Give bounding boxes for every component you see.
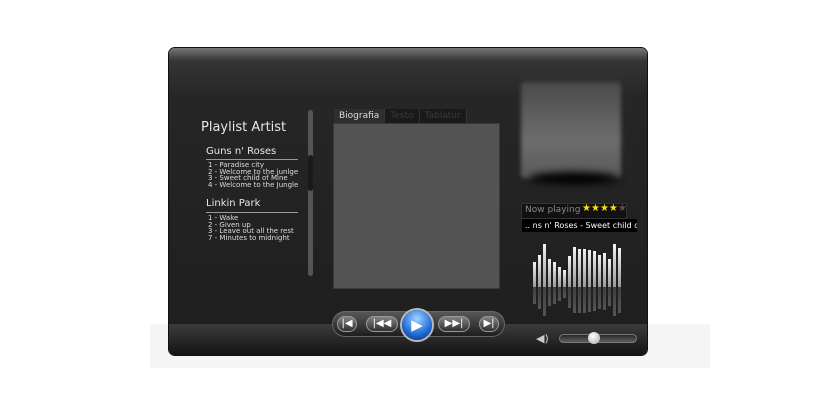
equalizer-bar	[573, 247, 576, 287]
track-item[interactable]: 4 - Welcome to the Jungle	[208, 181, 298, 189]
equalizer-bar	[613, 287, 616, 316]
rating-star-icon[interactable]: ★	[582, 203, 591, 214]
equalizer-bar	[578, 249, 581, 287]
media-player-window: Playlist Artist Guns n' Roses 1 - Paradi…	[169, 48, 647, 355]
playlist-scrollbar[interactable]	[308, 110, 313, 276]
rating-star-icon[interactable]: ★	[609, 203, 618, 214]
previous-track-button[interactable]: |◀	[337, 316, 357, 332]
equalizer-bar	[573, 287, 576, 313]
speaker-icon[interactable]: ◀)	[536, 332, 549, 345]
equalizer-bar	[603, 253, 606, 287]
equalizer-bar	[588, 250, 591, 287]
artist-name[interactable]: Guns n' Roses	[206, 146, 276, 157]
equalizer-bar	[548, 259, 551, 287]
equalizer-bar	[533, 262, 536, 287]
equalizer-bar	[608, 259, 611, 287]
rating-star-icon[interactable]: ★	[618, 203, 627, 214]
equalizer-bar	[583, 287, 586, 313]
tab-content-panel	[333, 123, 500, 289]
fast-forward-button[interactable]: ▶▶|	[438, 316, 470, 332]
equalizer-bar	[553, 287, 556, 304]
track-list: 1 - Paradise city 2 - Welcome to the jun…	[208, 162, 298, 188]
rating-star-icon[interactable]: ★	[591, 203, 600, 214]
equalizer-bar	[558, 267, 561, 287]
equalizer-bar	[613, 244, 616, 287]
equalizer-bar	[568, 287, 571, 308]
artist-divider	[206, 159, 298, 160]
window-top-band	[169, 48, 647, 62]
equalizer-bar	[553, 262, 556, 287]
album-cover	[521, 82, 621, 178]
equalizer-bar	[543, 287, 546, 316]
playlist-title: Playlist Artist	[201, 120, 287, 135]
equalizer-bar	[598, 255, 601, 287]
equalizer-bar	[568, 256, 571, 287]
equalizer-bar	[593, 251, 596, 287]
equalizer-bar	[603, 287, 606, 310]
equalizer-visualizer	[533, 242, 623, 287]
scrollbar-thumb[interactable]	[308, 155, 313, 191]
equalizer-bar	[578, 287, 581, 313]
equalizer-bar	[608, 287, 611, 306]
equalizer-bar	[538, 287, 541, 309]
equalizer-bar	[563, 270, 566, 287]
volume-slider-thumb[interactable]	[588, 332, 601, 344]
equalizer-bar	[598, 287, 601, 309]
artist-name[interactable]: Linkin Park	[206, 198, 260, 209]
now-playing-box: Now playing ★★★★★	[521, 203, 627, 219]
info-tabs: Biografia Testo Tablatur	[334, 109, 467, 124]
current-song-title: .. ns n' Roses - Sweet child of ..	[522, 219, 637, 232]
equalizer-bar	[558, 287, 561, 301]
equalizer-bar	[548, 287, 551, 306]
equalizer-reflection	[533, 287, 623, 317]
artist-divider	[206, 212, 298, 213]
equalizer-bar	[538, 255, 541, 287]
rating-star-icon[interactable]: ★	[600, 203, 609, 214]
rewind-button[interactable]: |◀◀	[366, 316, 398, 332]
equalizer-bar	[583, 249, 586, 287]
equalizer-bar	[563, 287, 566, 298]
now-playing-label: Now playing	[525, 205, 581, 215]
equalizer-bar	[593, 287, 596, 311]
album-cover-shadow	[529, 172, 619, 184]
volume-slider[interactable]	[559, 332, 637, 344]
tab-tablatur[interactable]: Tablatur	[419, 109, 467, 124]
equalizer-bar	[588, 287, 591, 312]
tab-biografia[interactable]: Biografia	[334, 109, 386, 124]
equalizer-bar	[543, 244, 546, 287]
rating-stars[interactable]: ★★★★★	[582, 203, 627, 214]
play-button[interactable]: ▶	[402, 310, 432, 340]
equalizer-bar	[618, 248, 621, 287]
equalizer-bar	[618, 287, 621, 313]
track-list: 1 - Wake 2 - Given up 3 - Leave out all …	[208, 215, 294, 241]
track-item[interactable]: 7 - Minutes to midnight	[208, 234, 294, 242]
transport-controls: |◀ |◀◀ ▶ ▶▶| ▶|	[332, 310, 505, 340]
next-track-button[interactable]: ▶|	[479, 316, 499, 332]
equalizer-bar	[533, 287, 536, 304]
tab-testo[interactable]: Testo	[385, 109, 420, 124]
